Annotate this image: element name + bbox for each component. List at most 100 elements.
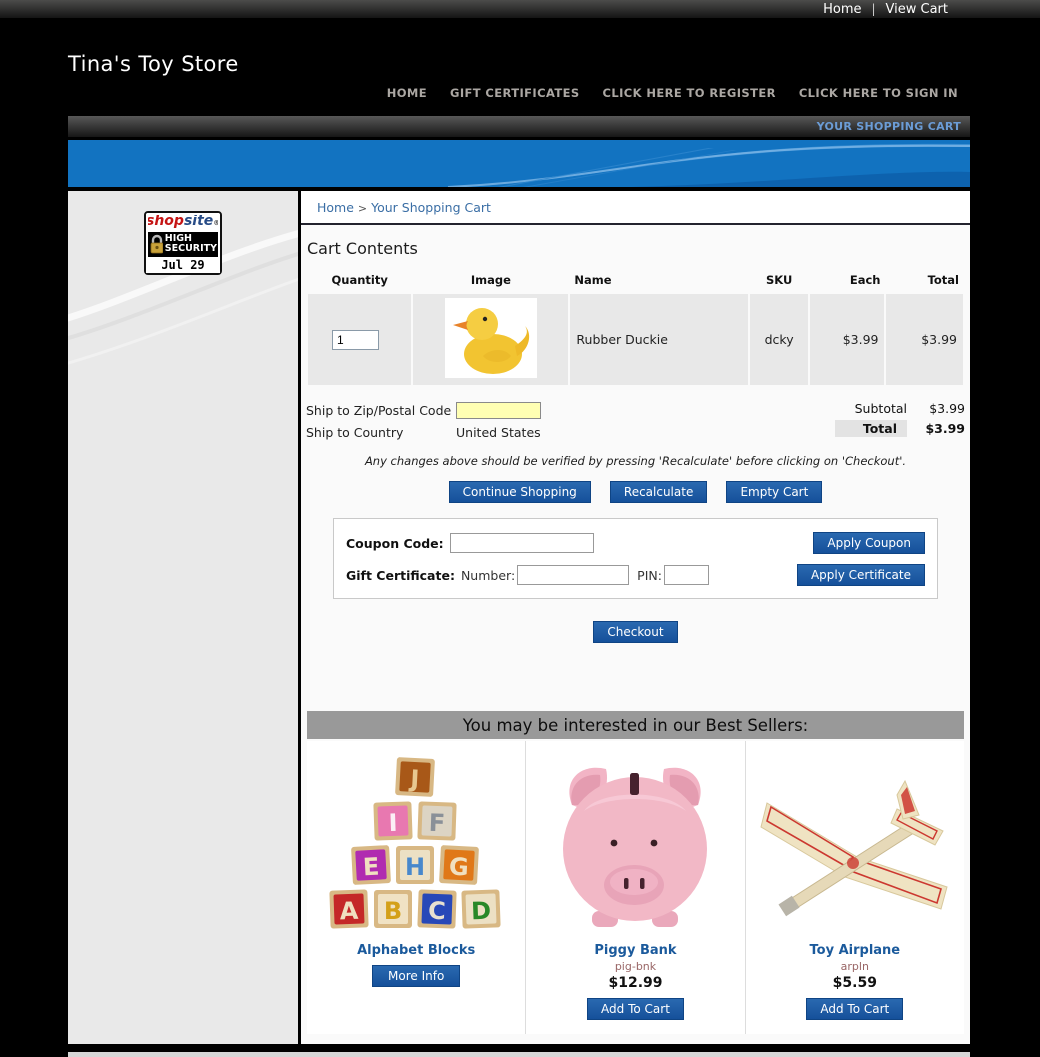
item-sku: dcky — [750, 294, 808, 385]
breadcrumb: Home>Your Shopping Cart — [301, 191, 970, 225]
best-sellers-bar: You may be interested in our Best Seller… — [307, 711, 964, 739]
product-sku: arpln — [750, 960, 960, 973]
product-name: Piggy Bank — [530, 943, 740, 958]
cart-item-row: Rubber Duckie dcky $3.99 $3.99 — [308, 294, 963, 385]
cart-table: Quantity Image Name SKU Each Total — [306, 268, 965, 387]
svg-text:D: D — [471, 897, 492, 926]
product-name: Toy Airplane — [750, 943, 960, 958]
gift-certificate-row: Gift Certificate: Number: PIN: Apply Cer… — [346, 564, 925, 586]
product-sku: pig-bnk — [530, 960, 740, 973]
gift-certificate-label: Gift Certificate: — [346, 568, 455, 583]
gc-pin-label: PIN: — [637, 568, 662, 583]
ship-country-label: Ship to Country — [306, 425, 456, 440]
quantity-input[interactable] — [332, 330, 379, 350]
gc-number-label: Number: — [461, 568, 515, 583]
total-label: Total — [835, 420, 907, 437]
topbar-view-cart-link[interactable]: View Cart — [886, 2, 948, 17]
apply-coupon-button[interactable]: Apply Coupon — [813, 532, 925, 554]
ship-and-totals: Ship to Zip/Postal Code Ship to Country … — [306, 401, 965, 441]
more-info-button[interactable]: More Info — [372, 965, 460, 987]
svg-text:E: E — [362, 853, 380, 882]
your-shopping-cart-label: YOUR SHOPPING CART — [817, 120, 961, 133]
item-total-price: $3.99 — [886, 294, 963, 385]
product-name: Alphabet Blocks — [311, 943, 521, 958]
shopsite-security-badge[interactable]: shopsite® HIGH SECURITY Jul 29 — [144, 211, 222, 275]
column-header-each: Each — [810, 270, 884, 292]
product-card-toy-airplane: Toy Airplane arpln $5.59 Add To Cart — [745, 741, 964, 1034]
add-to-cart-button[interactable]: Add To Cart — [806, 998, 903, 1020]
recalculate-button[interactable]: Recalculate — [610, 481, 707, 503]
checkout-button[interactable]: Checkout — [593, 621, 677, 643]
your-shopping-cart-bar: YOUR SHOPPING CART — [68, 116, 970, 137]
rubber-duckie-image — [445, 298, 537, 378]
svg-text:I: I — [388, 809, 398, 837]
empty-cart-button[interactable]: Empty Cart — [726, 481, 822, 503]
column-header-total: Total — [886, 270, 963, 292]
svg-text:H: H — [405, 853, 425, 881]
gc-pin-input[interactable] — [664, 565, 709, 585]
footer-nav: Home | Your Shopping Cart — [68, 1052, 970, 1057]
topbar: Home | View Cart — [0, 0, 1040, 18]
content-row: shopsite® HIGH SECURITY Jul 29 — [68, 191, 970, 1044]
product-card-piggy-bank: Piggy Bank pig-bnk $12.99 Add To Cart — [525, 741, 744, 1034]
alphabet-blocks-image: J I F — [311, 747, 521, 939]
coupon-box: Coupon Code: Apply Coupon Gift Certifica… — [333, 518, 938, 599]
banner-swoosh-graphic — [68, 140, 970, 187]
apply-certificate-button[interactable]: Apply Certificate — [797, 564, 925, 586]
piggy-bank-graphic — [544, 751, 726, 935]
padlock-icon — [149, 234, 163, 254]
svg-text:C: C — [428, 897, 447, 926]
svg-text:G: G — [448, 853, 469, 882]
toy-airplane-image — [750, 747, 960, 939]
recalculate-note: Any changes above should be verified by … — [301, 454, 970, 468]
coupon-row: Coupon Code: Apply Coupon — [346, 532, 925, 554]
main-nav: HOME GIFT CERTIFICATES CLICK HERE TO REG… — [387, 86, 958, 100]
main-content: Home>Your Shopping Cart Cart Contents Qu… — [301, 191, 970, 1044]
total-value: $3.99 — [907, 421, 965, 436]
subtotal-row: Subtotal $3.99 — [835, 401, 965, 416]
coupon-code-input[interactable] — [450, 533, 594, 553]
best-sellers-title: You may be interested in our Best Seller… — [463, 716, 808, 735]
masthead: Tina's Toy Store HOME GIFT CERTIFICATES … — [0, 18, 1040, 110]
coupon-code-label: Coupon Code: — [346, 536, 444, 551]
svg-text:F: F — [428, 809, 445, 838]
page: Home | View Cart Tina's Toy Store HOME G… — [0, 0, 1040, 1057]
product-price: $12.99 — [530, 975, 740, 991]
piggy-bank-image — [530, 747, 740, 939]
nav-gift-certificates[interactable]: GIFT CERTIFICATES — [450, 86, 580, 100]
subtotal-value: $3.99 — [907, 401, 965, 416]
topbar-home-link[interactable]: Home — [823, 2, 861, 17]
product-price: $5.59 — [750, 975, 960, 991]
alphabet-blocks-graphic: J I F — [328, 750, 504, 936]
product-card-alphabet-blocks: J I F — [307, 741, 525, 1034]
subtotal-label: Subtotal — [855, 401, 907, 416]
topbar-divider: | — [871, 2, 875, 16]
continue-shopping-button[interactable]: Continue Shopping — [449, 481, 591, 503]
zip-postal-input[interactable] — [456, 402, 541, 419]
badge-date: Jul 29 — [146, 256, 220, 273]
nav-home[interactable]: HOME — [387, 86, 427, 100]
total-row: Total $3.99 — [835, 420, 965, 437]
gc-number-input[interactable] — [517, 565, 629, 585]
breadcrumb-current-link[interactable]: Your Shopping Cart — [371, 200, 491, 215]
best-sellers-products: J I F — [307, 741, 964, 1034]
breadcrumb-home-link[interactable]: Home — [317, 200, 354, 215]
decorative-banner — [68, 140, 970, 187]
column-header-name: Name — [570, 270, 748, 292]
svg-text:A: A — [339, 897, 359, 926]
svg-text:B: B — [384, 897, 402, 925]
add-to-cart-button[interactable]: Add To Cart — [587, 998, 684, 1020]
cart-actions: Continue Shopping Recalculate Empty Cart — [301, 481, 970, 503]
shopsite-logo: shopsite® — [146, 213, 220, 232]
nav-register[interactable]: CLICK HERE TO REGISTER — [603, 86, 776, 100]
column-header-image: Image — [413, 270, 568, 292]
item-each-price: $3.99 — [810, 294, 884, 385]
cart-table-header-row: Quantity Image Name SKU Each Total — [308, 270, 963, 292]
ship-country-value: United States — [456, 425, 541, 440]
item-name: Rubber Duckie — [570, 294, 748, 385]
rubber-duck-graphic — [445, 298, 537, 378]
column-header-quantity: Quantity — [308, 270, 411, 292]
store-title: Tina's Toy Store — [68, 52, 239, 76]
nav-sign-in[interactable]: CLICK HERE TO SIGN IN — [799, 86, 958, 100]
badge-security-label: SECURITY — [165, 244, 217, 254]
